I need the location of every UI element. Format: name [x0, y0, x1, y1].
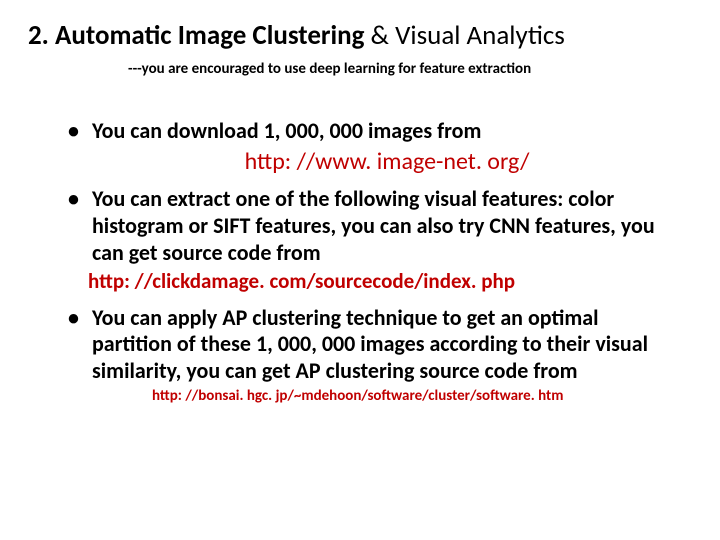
title-bold: 2. Automatic Image Clustering [28, 19, 364, 52]
bullet-text: You can extract one of the following vis… [92, 185, 655, 266]
subtitle: ---you are encouraged to use deep learni… [128, 60, 692, 78]
slide: 2. Automatic Image Clustering & Visual A… [0, 0, 720, 425]
slide-title: 2. Automatic Image Clustering & Visual A… [28, 20, 692, 52]
list-item: You can download 1, 000, 000 images from… [68, 118, 682, 176]
bullet-text: You can download 1, 000, 000 images from [92, 117, 481, 144]
link-clickdamage: http: //clickdamage. com/sourcecode/inde… [88, 269, 682, 295]
link-imagenet: http: //www. image-net. org/ [92, 147, 682, 176]
bullet-text: You can apply AP clustering technique to… [92, 304, 648, 385]
link-bonsai: http: //bonsai. hgc. jp/~mdehoon/softwar… [152, 387, 682, 405]
title-normal: & Visual Analytics [364, 19, 564, 52]
bullet-list: You can download 1, 000, 000 images from… [28, 118, 692, 405]
list-item: You can extract one of the following vis… [68, 186, 682, 294]
list-item: You can apply AP clustering technique to… [68, 305, 682, 406]
